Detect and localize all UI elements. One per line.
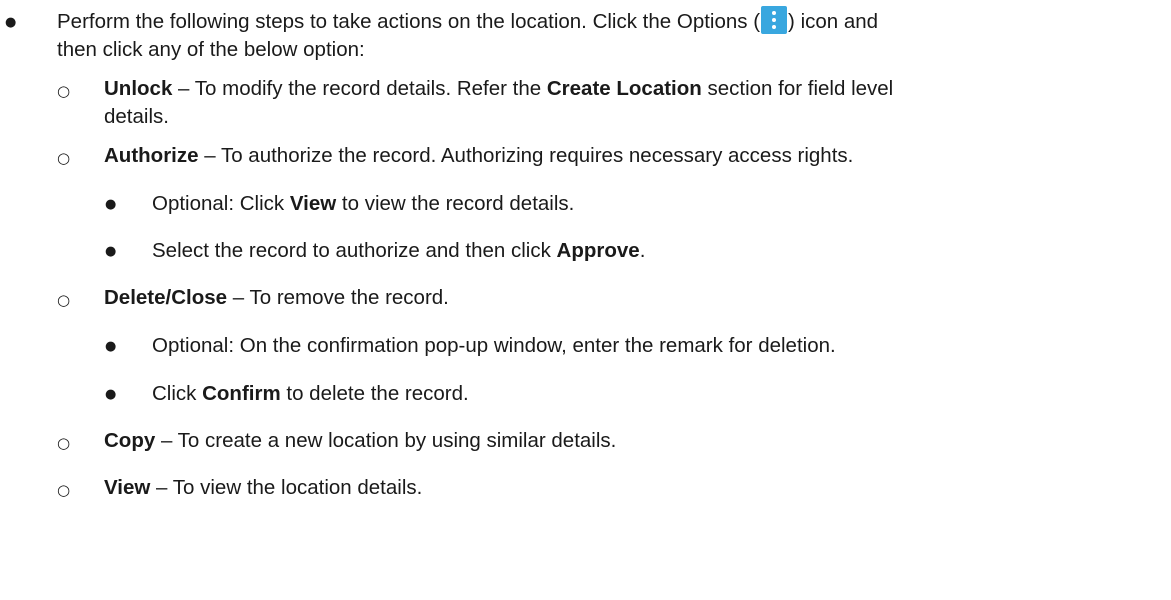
authorize-desc: – To authorize the record. Authorizing r… xyxy=(198,144,854,167)
intro-line-2: then click any of the below option: xyxy=(57,38,365,61)
options-kebab-icon xyxy=(761,6,788,34)
bullet-circle: ○ xyxy=(57,82,71,100)
authorize-line: Authorize – To authorize the record. Aut… xyxy=(104,139,853,172)
create-location-ref: Create Location xyxy=(546,77,702,100)
bullet-disc: ● xyxy=(105,339,117,354)
authorize-term: Authorize xyxy=(104,144,199,167)
delete-close-desc: – To remove the record. xyxy=(227,286,449,309)
authorize-step-2: Select the record to authorize and then … xyxy=(152,234,645,267)
step-text: Select the record to authorize and then … xyxy=(152,239,557,262)
bullet-circle: ○ xyxy=(57,149,71,167)
step-text: Click xyxy=(152,382,203,405)
view-desc: – To view the location details. xyxy=(150,476,423,499)
unlock-line-2: details. xyxy=(104,105,169,128)
bullet-disc: ● xyxy=(105,244,117,259)
copy-line: Copy – To create a new location by using… xyxy=(104,424,616,457)
confirm-ref: Confirm xyxy=(202,382,281,405)
unlock-term: Unlock xyxy=(104,77,173,100)
bullet-disc: ● xyxy=(105,387,117,402)
view-ref: View xyxy=(289,192,337,215)
delete-close-line: Delete/Close – To remove the record. xyxy=(104,281,449,314)
unlock-desc-b: section for field level xyxy=(701,77,894,100)
delete-step-1: Optional: On the confirmation pop-up win… xyxy=(152,334,836,357)
step-text: to view the record details. xyxy=(336,192,575,215)
bullet-circle: ○ xyxy=(57,434,71,452)
intro-text-a: Perform the following steps to take acti… xyxy=(57,10,761,33)
bullet-circle: ○ xyxy=(57,481,71,499)
delete-step-2: Click Confirm to delete the record. xyxy=(152,377,469,410)
bullet-circle: ○ xyxy=(57,291,71,309)
step-text: . xyxy=(639,239,646,262)
unlock-line-1: Unlock – To modify the record details. R… xyxy=(104,72,893,105)
authorize-step-1: Optional: Click View to view the record … xyxy=(152,187,574,220)
unlock-desc-a: – To modify the record details. Refer th… xyxy=(172,77,547,100)
copy-term: Copy xyxy=(104,429,156,452)
view-term: View xyxy=(104,476,151,499)
delete-close-term: Delete/Close xyxy=(104,286,228,309)
step-text: to delete the record. xyxy=(280,382,469,405)
view-line: View – To view the location details. xyxy=(104,471,422,504)
bullet-disc: ● xyxy=(105,197,117,212)
approve-ref: Approve xyxy=(556,239,640,262)
step-text: Optional: Click xyxy=(152,192,290,215)
copy-desc: – To create a new location by using simi… xyxy=(155,429,617,452)
bullet-disc: ● xyxy=(5,15,17,30)
intro-text-b: ) icon and xyxy=(788,10,879,33)
